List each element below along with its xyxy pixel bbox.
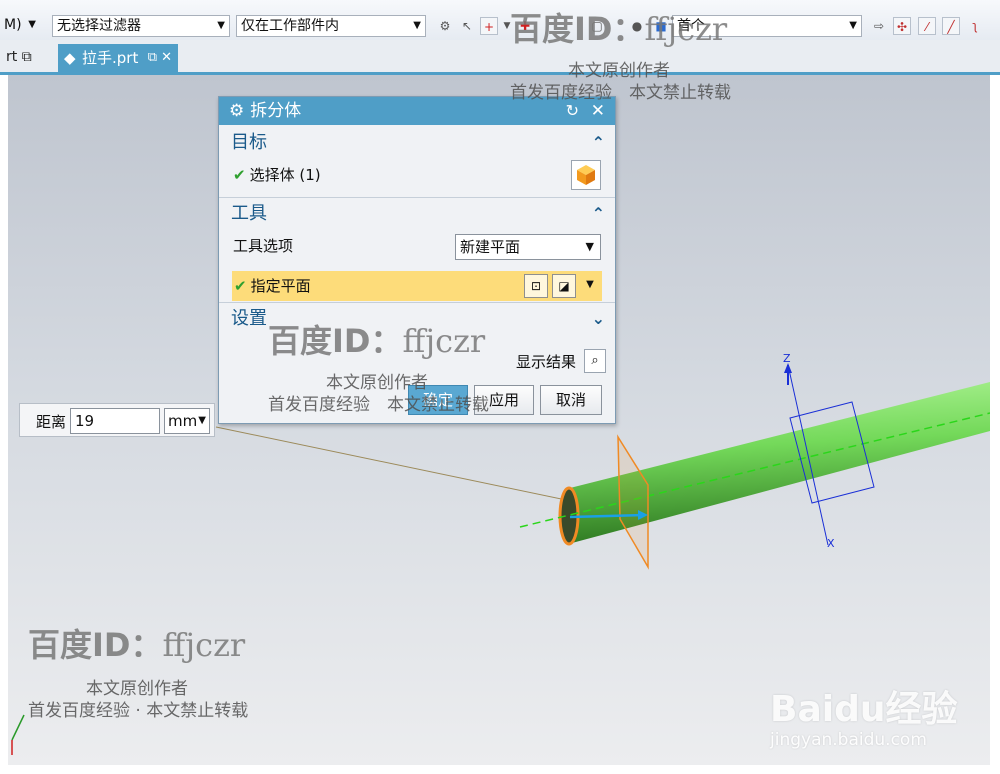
tab-active-part[interactable]: ◆ 拉手.prt ⧉ ✕ [58, 44, 178, 72]
select-body-button[interactable] [571, 160, 601, 190]
watermark-line3-text: 本文禁止转载 [629, 83, 731, 103]
chevron-down-icon: ▼ [217, 20, 225, 31]
distance-value-field[interactable]: 19 [70, 408, 160, 434]
watermark-name: ffjczr [644, 10, 728, 48]
specify-plane-row[interactable]: ✔ 指定平面 ⊡ ◪ ▼ [232, 271, 602, 301]
selection-filter-value: 无选择过滤器 [57, 18, 141, 34]
distance-onscreen-input: 距离 19 mm ▼ [19, 403, 215, 437]
document-tabbar: rt ⧉ ◆ 拉手.prt ⧉ ✕ [0, 40, 1000, 75]
tab-pin-icon: ⧉ [21, 49, 32, 65]
watermark-id-top: 百度ID：ffjczr [510, 4, 727, 50]
curve-icon[interactable]: ʅ [966, 17, 984, 35]
tool-option-dropdown[interactable]: 新建平面 ▼ [455, 234, 601, 260]
diagonal-icon[interactable]: ╱ [942, 17, 960, 35]
watermark-line2-text: 首发百度经验 [510, 83, 612, 103]
tool-option-row: 工具选项 新建平面 ▼ [219, 230, 615, 262]
menu-dropdown[interactable]: M) ▼ [0, 15, 40, 37]
watermark-id-mid: 百度ID：ffjczr [268, 316, 485, 362]
part-file-icon: ◆ [64, 49, 76, 67]
preview-magnifier-button[interactable]: ⌕ [584, 349, 606, 373]
csys-x-label: X [827, 537, 835, 550]
select-body-label: 选择体 (1) [249, 166, 321, 184]
section-tool-header[interactable]: 工具 ⌃ [219, 197, 615, 230]
tab-active-label: 拉手.prt [82, 49, 139, 67]
watermark-name: ffjczr [162, 626, 246, 664]
search-icon: ⌕ [591, 353, 599, 368]
checkmark-icon: ✔ [233, 166, 246, 184]
chevron-up-icon[interactable]: ⌃ [592, 127, 605, 159]
distance-leader-line [215, 426, 615, 511]
top-toolbar: M) ▼ 无选择过滤器 ▼ 仅在工作部件内 ▼ ⚙ ↖ + ▼ ✚ ▢ ● ■ 首个 ▼… [0, 0, 1000, 41]
tool-option-value: 新建平面 [460, 238, 521, 256]
chevron-down-icon: ▼ [28, 19, 36, 30]
distance-value: 19 [75, 412, 95, 430]
chevron-down-icon[interactable]: ▼ [578, 274, 602, 298]
watermark-line3-text: 本文禁止转载 [387, 395, 489, 415]
dialog-title: 拆分体 [250, 101, 302, 121]
chevron-down-icon: ▼ [849, 20, 857, 31]
chevron-down-icon: ▼ [198, 415, 206, 426]
selection-filter-dropdown[interactable]: 无选择过滤器 ▼ [52, 15, 230, 37]
section-target-header[interactable]: 目标 ⌃ [219, 127, 615, 159]
csys-z-label: Z [783, 352, 791, 365]
watermark-brand: 百度ID： [268, 322, 403, 360]
watermark-id-bottom: 百度ID：ffjczr [28, 620, 245, 666]
specify-plane-label: 指定平面 [250, 277, 311, 295]
section-target-label: 目标 [231, 132, 267, 153]
plane-dialog-button[interactable]: ⊡ [524, 274, 548, 298]
add-point-icon[interactable]: + [480, 17, 498, 35]
tab-previous-part[interactable]: rt ⧉ [6, 49, 32, 65]
select-body-row[interactable]: ✔ 选择体 (1) [219, 159, 615, 191]
checkmark-icon: ✔ [234, 277, 247, 295]
view-triad-y [11, 714, 25, 741]
gear-icon: ⚙ [229, 101, 245, 121]
watermark-line2-text: 首发百度经验 [268, 395, 370, 415]
line-icon[interactable]: ⁄ [918, 17, 936, 35]
tab-close-icon[interactable]: ⧉ ✕ [148, 44, 172, 72]
arrow-right-icon[interactable]: ⇨ [870, 17, 888, 35]
tool-option-label: 工具选项 [233, 237, 294, 255]
chevron-down-icon[interactable]: ⌄ [592, 303, 605, 335]
pointer-icon[interactable]: ↖ [458, 17, 476, 35]
distance-unit: mm [168, 412, 198, 430]
menu-label: M) [4, 17, 22, 33]
watermark-brand: 百度ID： [28, 626, 163, 664]
show-result-label: 显示结果 [516, 353, 577, 371]
selection-scope-dropdown[interactable]: 仅在工作部件内 ▼ [236, 15, 426, 37]
orange-cube-icon [577, 165, 595, 185]
chevron-down-icon: ▼ [413, 20, 421, 31]
watermark-line2-top: 首发百度经验 本文禁止转载 [510, 78, 731, 103]
selection-scope-value: 仅在工作部件内 [241, 18, 339, 34]
baidu-jingyan-logo: Baidu经验 [770, 689, 958, 730]
snap-points-icon[interactable]: ✣ [893, 17, 911, 35]
snap-icon[interactable]: ⚙ [436, 17, 454, 35]
split-plane[interactable] [617, 434, 649, 570]
baidu-jingyan-url: jingyan.baidu.com [770, 730, 927, 750]
distance-label: 距离 [36, 413, 67, 431]
tab-previous-label: rt [6, 49, 18, 65]
cancel-button[interactable]: 取消 [540, 385, 602, 415]
distance-unit-dropdown[interactable]: mm ▼ [164, 408, 210, 434]
watermark-line2-mid: 首发百度经验 本文禁止转载 [268, 390, 489, 415]
watermark-brand: 百度ID： [510, 10, 645, 48]
watermark-line2-bottom: 首发百度经验 · 本文禁止转载 [28, 701, 249, 721]
chevron-down-icon: ▼ [585, 240, 594, 253]
section-tool-label: 工具 [231, 203, 267, 224]
chevron-up-icon[interactable]: ⌃ [592, 198, 605, 230]
inferred-plane-button[interactable]: ◪ [552, 274, 576, 298]
watermark-name: ffjczr [402, 322, 486, 360]
section-settings-label: 设置 [231, 308, 267, 329]
